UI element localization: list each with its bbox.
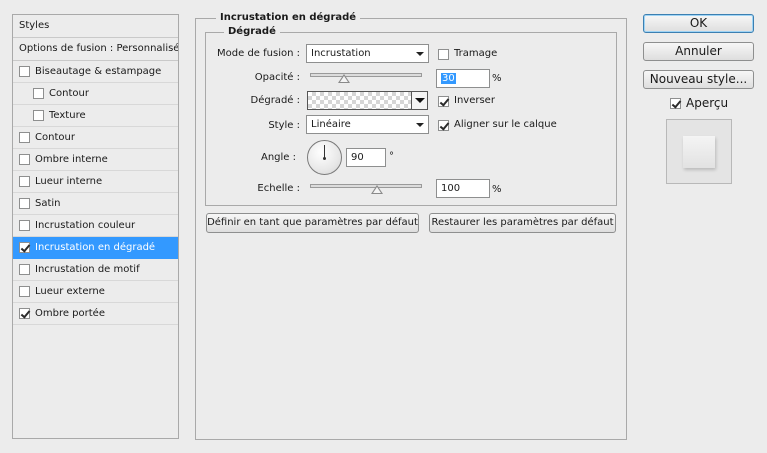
style-item-label: Texture	[49, 110, 86, 121]
style-item[interactable]: Ombre portée	[13, 303, 178, 325]
checkbox-icon[interactable]	[19, 286, 30, 297]
style-item[interactable]: Contour	[13, 127, 178, 149]
checkbox-icon[interactable]	[19, 264, 30, 275]
reverse-label: Inverser	[454, 95, 495, 106]
checkbox-icon[interactable]	[19, 154, 30, 165]
angle-unit: °	[389, 151, 394, 162]
style-item[interactable]: Lueur externe	[13, 281, 178, 303]
style-item-label: Satin	[35, 198, 61, 209]
gradient-overlay-title: Incrustation en dégradé	[216, 12, 361, 24]
gradient-label: Dégradé :	[250, 95, 301, 106]
new-style-button[interactable]: Nouveau style...	[643, 70, 754, 89]
style-item[interactable]: Texture	[13, 105, 178, 127]
style-item[interactable]: Biseautage & estampage	[13, 61, 178, 83]
style-item[interactable]: Ombre interne	[13, 149, 178, 171]
blending-options-item[interactable]: Options de fusion : Personnalisé...	[13, 38, 178, 61]
checkbox-icon[interactable]	[19, 66, 30, 77]
ok-button[interactable]: OK	[643, 14, 754, 33]
styles-list-panel: Styles Options de fusion : Personnalisé.…	[12, 14, 179, 439]
style-preview-thumbnail	[666, 119, 732, 184]
blend-mode-value: Incrustation	[311, 48, 371, 59]
gradient-subgroup-title: Dégradé	[224, 26, 280, 38]
checkbox-icon[interactable]	[19, 220, 30, 231]
checkbox-icon[interactable]	[19, 308, 30, 319]
angle-dial[interactable]	[307, 140, 342, 175]
dither-checkbox[interactable]: Tramage	[438, 47, 497, 61]
checkbox-icon[interactable]	[33, 88, 44, 99]
preview-square	[683, 136, 715, 168]
opacity-label: Opacité :	[254, 72, 300, 83]
style-item-label: Lueur externe	[35, 286, 105, 297]
scale-input[interactable]: 100	[436, 179, 490, 198]
style-select[interactable]: Linéaire	[306, 115, 429, 134]
style-item-label: Contour	[35, 132, 75, 143]
checkbox-icon	[438, 119, 449, 131]
blend-mode-label: Mode de fusion :	[217, 48, 300, 59]
opacity-unit: %	[492, 73, 502, 84]
opacity-slider-track[interactable]	[310, 73, 422, 77]
gradient-preview-swatch[interactable]	[307, 91, 412, 110]
style-item-label: Incrustation couleur	[35, 220, 136, 231]
scale-slider-track[interactable]	[310, 184, 422, 188]
style-value: Linéaire	[311, 119, 351, 130]
scale-unit: %	[492, 184, 502, 195]
checkbox-icon[interactable]	[33, 110, 44, 121]
opacity-slider-thumb[interactable]	[337, 74, 350, 83]
style-item-label: Ombre portée	[35, 308, 105, 319]
angle-value: 90	[351, 152, 364, 163]
style-item[interactable]: Satin	[13, 193, 178, 215]
chevron-down-icon	[415, 98, 425, 103]
angle-input[interactable]: 90	[346, 148, 386, 167]
checkbox-icon[interactable]	[19, 132, 30, 143]
blend-mode-select[interactable]: Incrustation	[306, 44, 429, 63]
checkbox-icon	[438, 48, 449, 60]
style-label: Style :	[268, 120, 300, 131]
scale-label: Echelle :	[257, 183, 300, 194]
style-item-label: Incrustation de motif	[35, 264, 140, 275]
style-item[interactable]: Contour	[13, 83, 178, 105]
angle-label: Angle :	[260, 152, 296, 163]
scale-value: 100	[441, 183, 461, 194]
style-item[interactable]: Incrustation couleur	[13, 215, 178, 237]
chevron-down-icon	[416, 123, 424, 127]
dither-label: Tramage	[454, 48, 498, 59]
style-item-label: Lueur interne	[35, 176, 103, 187]
gradient-picker-dropdown[interactable]	[411, 91, 428, 110]
chevron-down-icon	[416, 52, 424, 56]
cancel-button[interactable]: Annuler	[643, 42, 754, 61]
checkbox-icon[interactable]	[19, 198, 30, 209]
opacity-input[interactable]: 30	[436, 69, 490, 88]
style-item[interactable]: Lueur interne	[13, 171, 178, 193]
styles-header[interactable]: Styles	[13, 15, 178, 38]
style-item-label: Ombre interne	[35, 154, 108, 165]
align-layer-label: Aligner sur le calque	[454, 119, 557, 130]
angle-center-icon	[323, 157, 326, 160]
preview-label: Aperçu	[686, 96, 729, 110]
style-item-label: Contour	[49, 88, 89, 99]
checkbox-icon[interactable]	[19, 176, 30, 187]
opacity-value: 30	[441, 73, 456, 84]
style-item-label: Incrustation en dégradé	[35, 242, 156, 253]
preview-checkbox[interactable]: Aperçu	[670, 96, 728, 110]
set-default-button[interactable]: Définir en tant que paramètres par défau…	[206, 213, 419, 233]
reverse-checkbox[interactable]: Inverser	[438, 94, 495, 108]
style-item[interactable]: Incrustation en dégradé	[13, 237, 178, 259]
align-layer-checkbox[interactable]: Aligner sur le calque	[438, 118, 557, 132]
checkbox-icon	[438, 95, 449, 107]
checkbox-icon[interactable]	[19, 242, 30, 253]
checkbox-icon	[670, 97, 681, 109]
scale-slider-thumb[interactable]	[371, 185, 384, 194]
style-item[interactable]: Incrustation de motif	[13, 259, 178, 281]
style-item-label: Biseautage & estampage	[35, 66, 162, 77]
reset-default-button[interactable]: Restaurer les paramètres par défaut	[429, 213, 616, 233]
